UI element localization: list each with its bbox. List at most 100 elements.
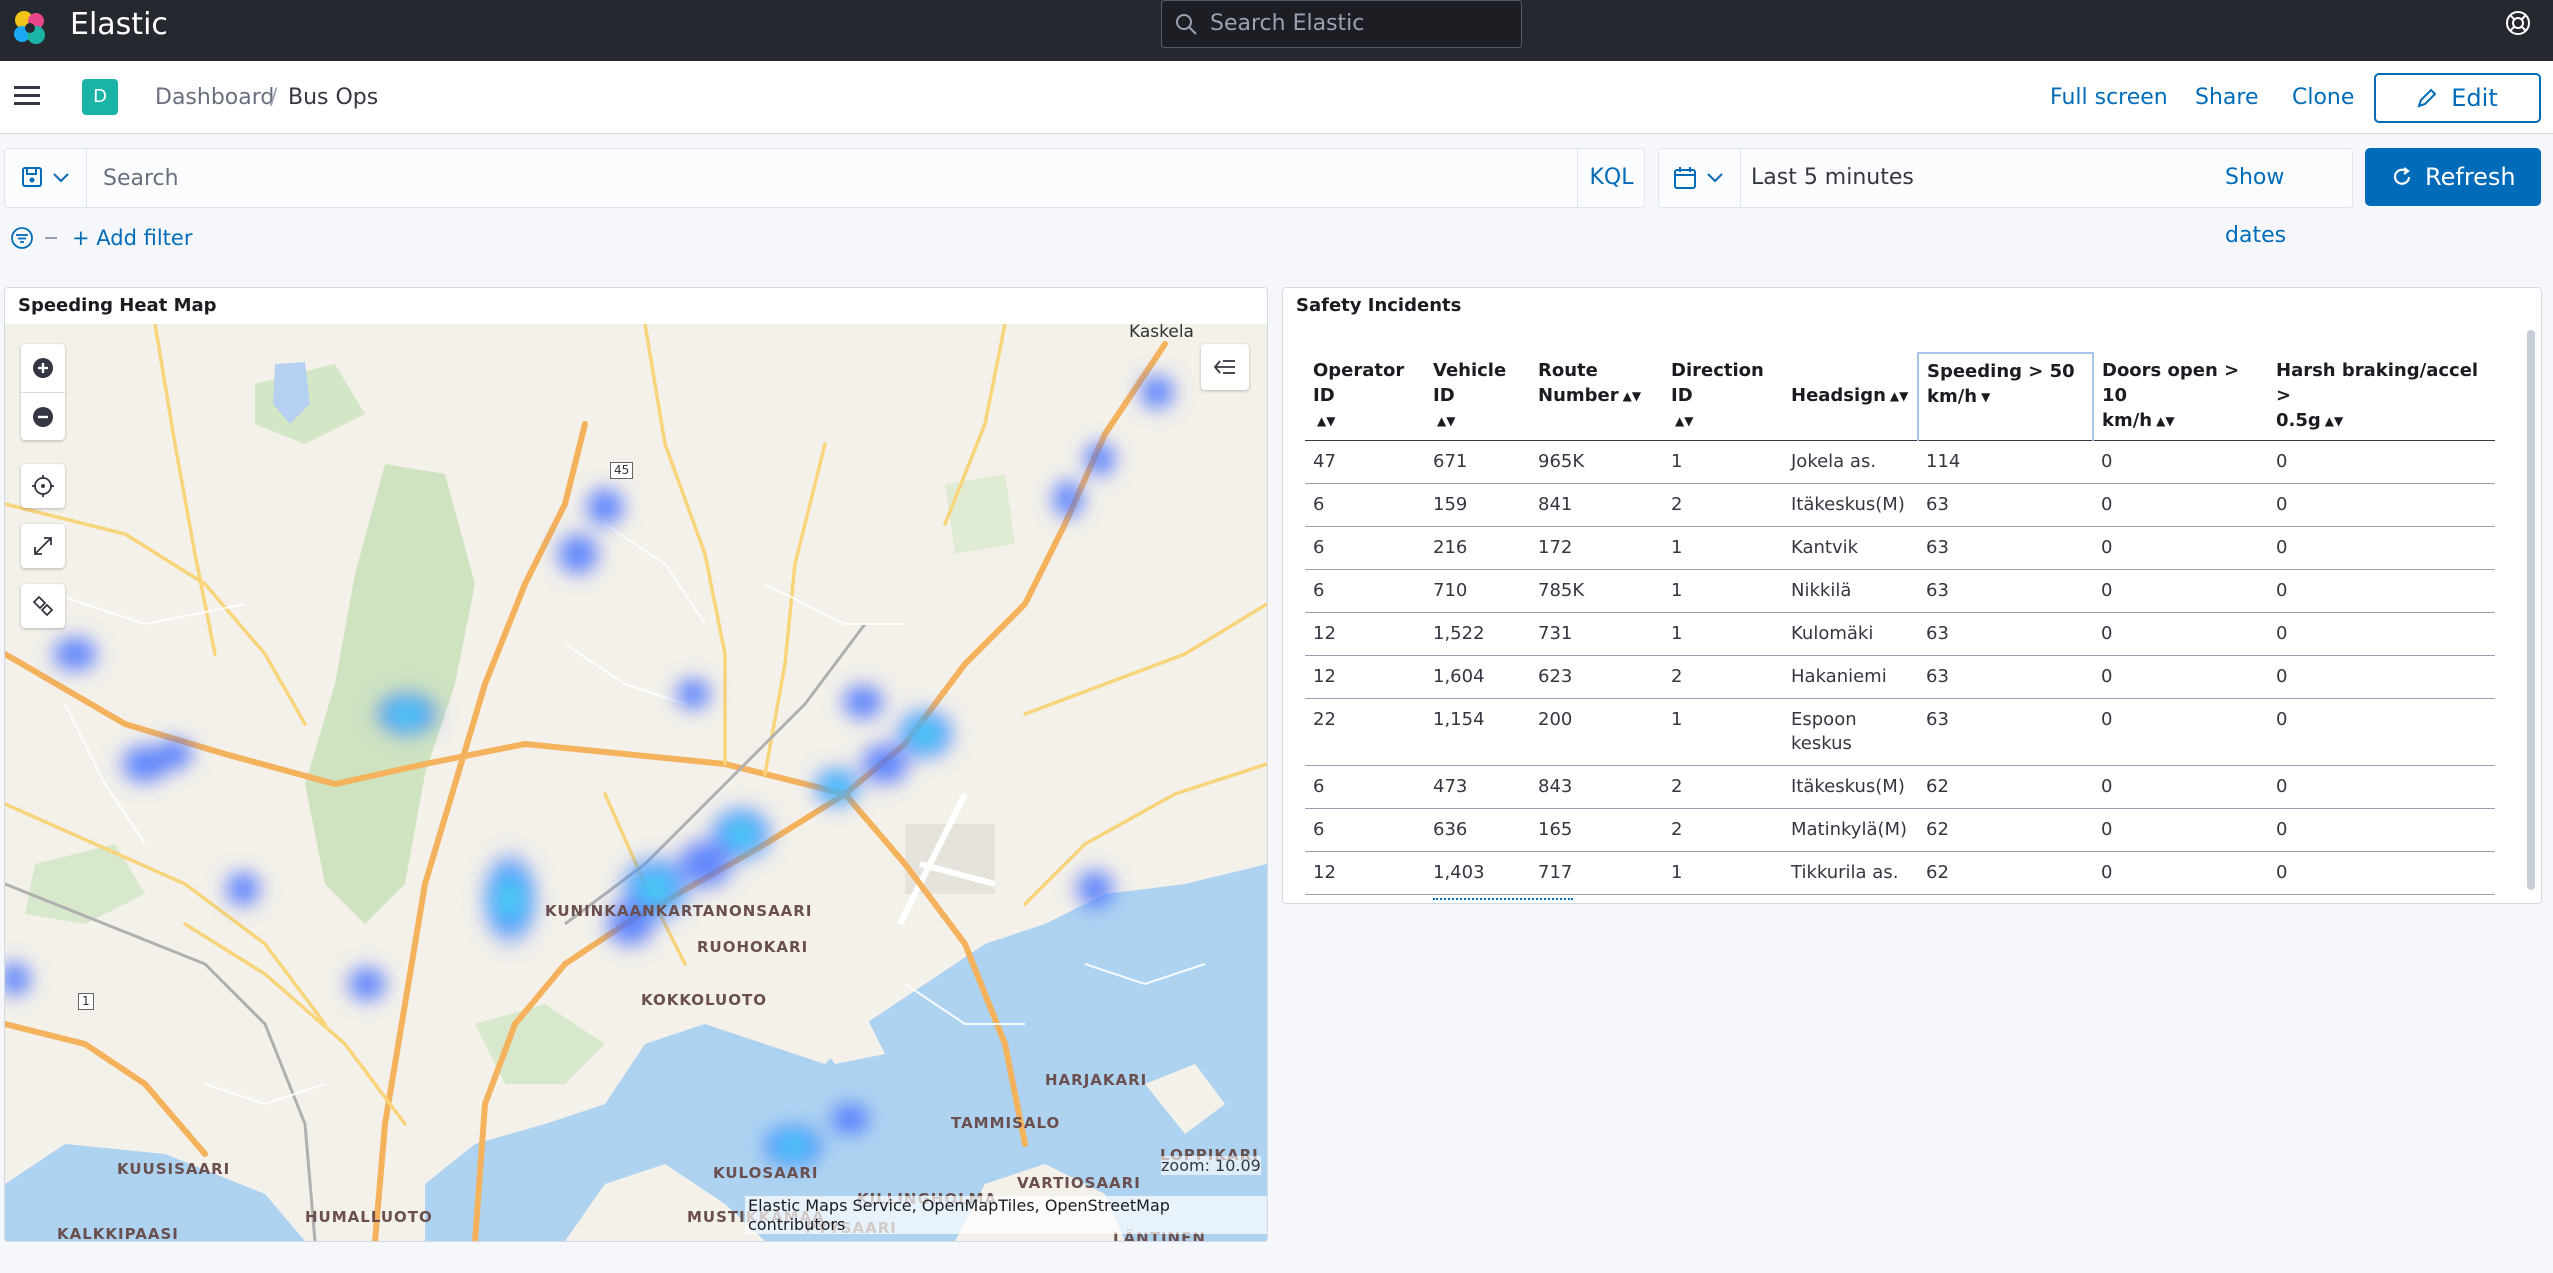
table-cell: 63 — [1918, 698, 2093, 766]
kql-language-toggle[interactable]: KQL — [1577, 149, 1645, 207]
place-label: HARJAKARI — [1045, 1071, 1148, 1089]
elastic-logo[interactable] — [10, 8, 50, 48]
quick-date-menu-button[interactable] — [1659, 149, 1741, 207]
table-cell: 473 — [1425, 765, 1530, 809]
date-picker: Last 5 minutes Show dates — [1658, 148, 2353, 248]
table-cell: 12 — [1305, 851, 1425, 895]
time-range-label[interactable]: Last 5 minutes — [1751, 149, 1914, 207]
table-cell: 47 — [1305, 440, 1425, 484]
space-avatar[interactable]: D — [82, 79, 118, 115]
table-cell: 172 — [1530, 526, 1663, 570]
place-label: KUNINKAANKARTANONSAARI — [545, 902, 813, 920]
table-cell: 841 — [1530, 483, 1663, 527]
table-cell: 6 — [1305, 526, 1425, 570]
filter-menu-icon[interactable] — [10, 226, 34, 250]
column-header-headsign[interactable]: Headsign ▲▼ — [1783, 353, 1918, 441]
table-cell: 2 — [1663, 765, 1783, 809]
global-header: Elastic Search Elastic — [0, 0, 2553, 61]
column-header-doors-open[interactable]: Doors open > 10 km/h ▲▼ — [2093, 353, 2268, 441]
vertical-scrollbar[interactable] — [2527, 330, 2535, 890]
edit-button-label: Edit — [2451, 84, 2498, 112]
clone-link[interactable]: Clone — [2292, 83, 2354, 113]
crosshair-icon — [32, 475, 54, 497]
show-dates-link[interactable]: Show dates — [2225, 149, 2352, 265]
place-label: VARTIOSAARI — [1017, 1174, 1141, 1192]
table-cell: 0 — [2093, 526, 2268, 570]
column-header-operator-id[interactable]: Operator ID ▲▼ — [1305, 353, 1425, 441]
table-row: 12 1,403 717 1 Tikkurila as. 62 0 0 — [1305, 851, 2495, 895]
map-attribution[interactable]: Elastic Maps Service, OpenMapTiles, Open… — [745, 1196, 1267, 1234]
zoom-controls — [21, 344, 65, 440]
horizontal-scrollbar[interactable] — [1433, 898, 1573, 901]
draw-tool-button[interactable] — [21, 584, 65, 628]
column-header-vehicle-id[interactable]: Vehicle ID ▲▼ — [1425, 353, 1530, 441]
query-search-input[interactable] — [87, 149, 1577, 207]
save-icon — [22, 167, 42, 187]
table-cell: 0 — [2093, 612, 2268, 656]
table-cell: 0 — [2093, 698, 2268, 766]
table-row: 12 1,604 623 2 Hakaniemi 63 0 0 — [1305, 655, 2495, 699]
safety-incidents-table: Operator ID ▲▼ Vehicle ID ▲▼ Route Number ▲▼… — [1305, 352, 2495, 895]
saved-query-menu-button[interactable] — [5, 149, 87, 207]
share-link[interactable]: Share — [2195, 83, 2259, 113]
breadcrumb-current: Bus Ops — [288, 85, 379, 110]
zoom-in-button[interactable] — [21, 344, 65, 392]
collapse-left-icon — [1213, 360, 1235, 374]
zoom-out-button[interactable] — [21, 392, 65, 440]
table-cell: Matinkylä(M) — [1783, 808, 1918, 852]
place-label: KULOSAARI — [713, 1164, 819, 1182]
table-cell: 0 — [2093, 440, 2268, 484]
table-cell: 1 — [1663, 526, 1783, 570]
refresh-button[interactable]: Refresh — [2365, 148, 2541, 206]
table-cell: 22 — [1305, 698, 1425, 766]
map-canvas[interactable]: Kaskela KUNINKAANKARTANONSAARI RUOHOKARI… — [5, 324, 1267, 1241]
table-row: 6 636 165 2 Matinkylä(M) 62 0 0 — [1305, 808, 2495, 852]
table-cell: 0 — [2268, 765, 2495, 809]
table-cell: Espoon keskus — [1783, 698, 1918, 766]
table-cell: 0 — [2268, 655, 2495, 699]
refresh-button-label: Refresh — [2425, 163, 2516, 191]
plus-icon — [33, 358, 53, 378]
set-view-button[interactable] — [21, 464, 65, 508]
edit-button[interactable]: Edit — [2374, 73, 2541, 123]
table-cell: 63 — [1918, 612, 2093, 656]
table-cell: 843 — [1530, 765, 1663, 809]
table-cell: 671 — [1425, 440, 1530, 484]
table-cell: 62 — [1918, 808, 2093, 852]
fit-to-data-button[interactable] — [21, 524, 65, 568]
table-cell: 623 — [1530, 655, 1663, 699]
table-cell: Nikkilä — [1783, 569, 1918, 613]
help-icon[interactable] — [2503, 8, 2533, 38]
table-header-row: Operator ID ▲▼ Vehicle ID ▲▼ Route Number ▲▼… — [1305, 352, 2495, 441]
expand-icon — [34, 537, 52, 555]
place-label: RUOHOKARI — [697, 938, 809, 956]
table-cell: 0 — [2268, 440, 2495, 484]
breadcrumb-separator: / — [270, 85, 278, 110]
table-cell: 6 — [1305, 765, 1425, 809]
breadcrumb-dashboard[interactable]: Dashboard — [155, 83, 274, 113]
full-screen-link[interactable]: Full screen — [2050, 83, 2168, 113]
brand-name[interactable]: Elastic — [70, 6, 168, 44]
table-cell: 63 — [1918, 483, 2093, 527]
safety-incidents-panel: Safety Incidents Operator ID ▲▼ Vehicle I… — [1282, 287, 2542, 904]
place-label: KUUSISAARI — [117, 1160, 231, 1178]
table-cell: 1,154 — [1425, 698, 1530, 766]
table-cell: 6 — [1305, 483, 1425, 527]
road-shield: 1 — [78, 993, 94, 1010]
column-header-route-number[interactable]: Route Number ▲▼ — [1530, 353, 1663, 441]
table-cell: 1 — [1663, 851, 1783, 895]
column-header-harsh-braking[interactable]: Harsh braking/accel >0.5g ▲▼ — [2268, 353, 2495, 441]
table-cell: 159 — [1425, 483, 1530, 527]
sort-icon: ▲▼ — [2324, 413, 2344, 428]
add-filter-button[interactable]: + Add filter — [72, 223, 192, 253]
table-cell: 200 — [1530, 698, 1663, 766]
column-header-direction-id[interactable]: Direction ID ▲▼ — [1663, 353, 1783, 441]
global-search-input[interactable]: Search Elastic — [1161, 0, 1522, 48]
table-cell: 62 — [1918, 765, 2093, 809]
menu-icon[interactable] — [14, 85, 42, 107]
layer-control-button[interactable] — [1201, 344, 1249, 390]
table-cell: 0 — [2093, 569, 2268, 613]
column-header-speeding[interactable]: Speeding > 50 km/h ▼ — [1917, 352, 2094, 441]
table-cell: 0 — [2093, 655, 2268, 699]
table-cell: 63 — [1918, 655, 2093, 699]
